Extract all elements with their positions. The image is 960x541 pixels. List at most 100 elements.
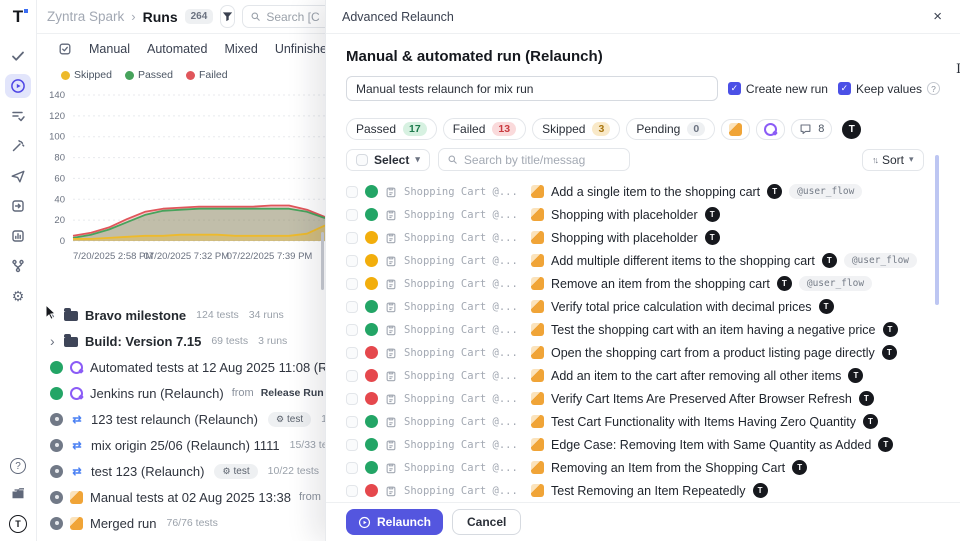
status-filter-chip[interactable]: Failed 13 xyxy=(443,118,526,140)
test-title[interactable]: Test the shopping cart with an item havi… xyxy=(551,323,876,337)
sort-dropdown[interactable]: ↑↓ Sort ▾ xyxy=(862,149,924,171)
projects-folder-icon[interactable] xyxy=(5,482,31,506)
run-name[interactable]: Merged run xyxy=(90,516,156,531)
check-icon[interactable] xyxy=(5,44,31,68)
runs-tab[interactable]: Mixed xyxy=(224,42,257,56)
run-row[interactable]: ⇄ 123 test relaunch (Relaunch) ⚙test 15/… xyxy=(37,406,329,432)
cancel-button[interactable]: Cancel xyxy=(452,509,521,535)
chevron-right-icon[interactable]: › xyxy=(50,334,57,348)
run-row[interactable]: › Bravo milestone ⚙ 124 tests 34 runs xyxy=(37,302,329,328)
test-title[interactable]: Edge Case: Removing Item with Same Quant… xyxy=(551,438,871,452)
run-name[interactable]: 123 test relaunch (Relaunch) xyxy=(91,412,258,427)
run-name[interactable]: test 123 (Relaunch) xyxy=(91,464,204,479)
inbox-run-icon[interactable] xyxy=(5,194,31,218)
test-row[interactable]: Shopping Cart @... Add an item to the ca… xyxy=(346,364,940,387)
plan-plane-icon[interactable] xyxy=(5,164,31,188)
test-title[interactable]: Test Removing an Item Repeatedly xyxy=(551,484,746,498)
test-checkbox[interactable] xyxy=(346,324,358,336)
run-name[interactable]: Bravo milestone xyxy=(85,308,186,323)
run-tag-chip[interactable]: ⚙test xyxy=(214,464,257,479)
test-checkbox[interactable] xyxy=(346,393,358,405)
test-row[interactable]: Shopping Cart @... Open the shopping car… xyxy=(346,341,940,364)
test-row[interactable]: Shopping Cart @... Add multiple differen… xyxy=(346,249,940,272)
test-title[interactable]: Shopping with placeholder xyxy=(551,208,698,222)
manual-type-chip[interactable] xyxy=(721,119,750,140)
test-checkbox[interactable] xyxy=(346,209,358,221)
run-name[interactable]: Automated tests at 12 Aug 2025 11:08 (Re… xyxy=(90,360,329,375)
run-row[interactable]: ⇄ test 123 (Relaunch) ⚙test 10/22 tests xyxy=(37,458,329,484)
user-avatar[interactable]: T xyxy=(9,515,27,533)
test-row[interactable]: Shopping Cart @... Verify Cart Items Are… xyxy=(346,387,940,410)
test-title[interactable]: Add a single item to the shopping cart xyxy=(551,185,760,199)
create-new-run-checkbox[interactable]: ✓ Create new run xyxy=(728,82,828,96)
test-title[interactable]: Add multiple different items to the shop… xyxy=(551,254,815,268)
tests-scrollbar[interactable] xyxy=(935,155,939,305)
test-title[interactable]: Removing an Item from the Shopping Cart xyxy=(551,461,785,475)
run-row[interactable]: Automated tests at 12 Aug 2025 11:08 (Re… xyxy=(37,354,329,380)
run-name[interactable]: Manual tests at 02 Aug 2025 13:38 xyxy=(90,490,291,505)
help-icon[interactable]: ? xyxy=(10,458,26,474)
run-row[interactable]: ⇄ mix origin 25/06 (Relaunch) 1111 ⚙ 15/… xyxy=(37,432,329,458)
test-title[interactable]: Remove an item from the shopping cart xyxy=(551,277,770,291)
run-row[interactable]: Manual tests at 02 Aug 2025 13:38 from C… xyxy=(37,484,329,510)
test-checkbox[interactable] xyxy=(346,462,358,474)
branch-icon[interactable] xyxy=(5,254,31,278)
test-row[interactable]: Shopping Cart @... Test Removing an Item… xyxy=(346,479,940,502)
tests-search-input[interactable] xyxy=(438,148,630,171)
runs-tab[interactable]: Unfinished xyxy=(275,42,329,56)
run-tag-chip[interactable]: ⚙test xyxy=(268,412,311,427)
test-row[interactable]: Shopping Cart @... Add a single item to … xyxy=(346,180,940,203)
status-filter-chip[interactable]: Passed 17 xyxy=(346,118,437,140)
test-checkbox[interactable] xyxy=(346,186,358,198)
test-title[interactable]: Verify Cart Items Are Preserved After Br… xyxy=(551,392,852,406)
board-check-icon[interactable] xyxy=(58,37,72,61)
test-row[interactable]: Shopping Cart @... Shopping with placeho… xyxy=(346,226,940,249)
runs-tab[interactable]: Manual xyxy=(89,42,130,56)
run-row[interactable]: Merged run ⚙ 76/76 tests xyxy=(37,510,329,536)
automated-type-chip[interactable] xyxy=(756,119,785,140)
test-checkbox[interactable] xyxy=(346,416,358,428)
select-dropdown[interactable]: Select ▾ xyxy=(346,149,430,171)
keep-values-checkbox[interactable]: ✓ Keep values ? xyxy=(838,82,940,96)
runs-search-input[interactable]: Search [C × xyxy=(242,5,329,28)
test-row[interactable]: Shopping Cart @... Removing an Item from… xyxy=(346,456,940,479)
test-checkbox[interactable] xyxy=(346,370,358,382)
run-name[interactable]: Jenkins run (Relaunch) xyxy=(90,386,224,401)
run-row[interactable]: Jenkins run (Relaunch) from Release Run … xyxy=(37,380,329,406)
relaunch-button[interactable]: Relaunch xyxy=(346,509,443,535)
test-checkbox[interactable] xyxy=(346,278,358,290)
comments-filter-chip[interactable]: 8 xyxy=(791,119,832,139)
runs-tab[interactable]: Automated xyxy=(147,42,207,56)
close-icon[interactable]: × xyxy=(933,9,942,24)
status-filter-chip[interactable]: Pending 0 xyxy=(626,118,715,140)
tests-search-field[interactable] xyxy=(464,153,621,167)
runs-play-icon[interactable] xyxy=(5,74,31,98)
run-name[interactable]: mix origin 25/06 (Relaunch) 1111 xyxy=(91,438,280,453)
app-logo[interactable]: T xyxy=(13,7,23,27)
test-checkbox[interactable] xyxy=(346,232,358,244)
run-row[interactable]: › Build: Version 7.15 ⚙ 69 tests 3 runs xyxy=(37,328,329,354)
wand-icon[interactable] xyxy=(5,134,31,158)
test-row[interactable]: Shopping Cart @... Shopping with placeho… xyxy=(346,203,940,226)
test-checkbox[interactable] xyxy=(346,485,358,497)
assignee-avatar[interactable]: T xyxy=(842,120,861,139)
report-chart-icon[interactable] xyxy=(5,224,31,248)
breadcrumb-project[interactable]: Zyntra Spark xyxy=(47,9,124,24)
test-row[interactable]: Shopping Cart @... Verify total price ca… xyxy=(346,295,940,318)
test-row[interactable]: Shopping Cart @... Test the shopping car… xyxy=(346,318,940,341)
test-title[interactable]: Verify total price calculation with deci… xyxy=(551,300,812,314)
filter-button[interactable] xyxy=(220,5,235,28)
run-name[interactable]: Build: Version 7.15 xyxy=(85,334,201,349)
test-title[interactable]: Shopping with placeholder xyxy=(551,231,698,245)
test-checkbox[interactable] xyxy=(346,255,358,267)
test-row[interactable]: Shopping Cart @... Edge Case: Removing I… xyxy=(346,433,940,456)
test-checkbox[interactable] xyxy=(346,347,358,359)
test-cases-list-icon[interactable] xyxy=(5,104,31,128)
test-row[interactable]: Shopping Cart @... Remove an item from t… xyxy=(346,272,940,295)
select-all-checkbox[interactable] xyxy=(356,154,368,166)
help-icon[interactable]: ? xyxy=(927,82,940,95)
status-filter-chip[interactable]: Skipped 3 xyxy=(532,118,620,140)
test-title[interactable]: Add an item to the cart after removing a… xyxy=(551,369,841,383)
run-name-input[interactable] xyxy=(346,76,718,101)
test-checkbox[interactable] xyxy=(346,439,358,451)
